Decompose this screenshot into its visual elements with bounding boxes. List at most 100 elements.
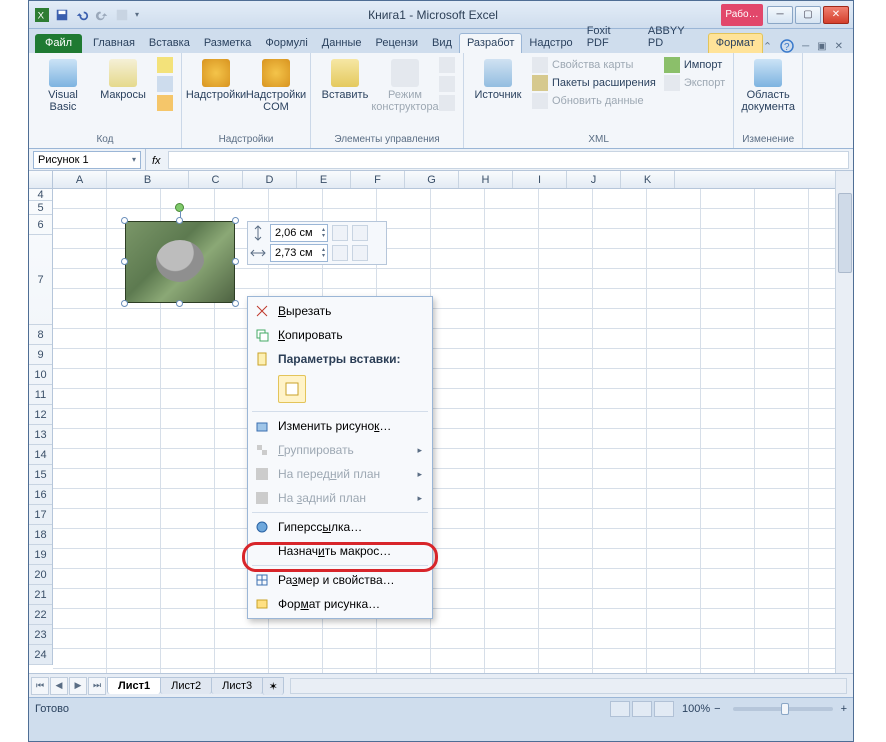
workbook-close-icon[interactable]: ✕ (835, 41, 843, 52)
sheet-nav-prev[interactable]: ◀ (50, 677, 68, 695)
menu-cut[interactable]: Вырезать (248, 299, 432, 323)
rotate-icon[interactable] (352, 245, 368, 261)
col-E[interactable]: E (297, 171, 351, 188)
menu-hyperlink[interactable]: Гиперссылка… (248, 515, 432, 539)
send-backward-icon[interactable] (352, 225, 368, 241)
name-box-dropdown-icon[interactable]: ▾ (132, 155, 136, 164)
col-K[interactable]: K (621, 171, 675, 188)
col-C[interactable]: C (189, 171, 243, 188)
row-13[interactable]: 13 (29, 425, 52, 445)
file-tab[interactable]: Файл (35, 34, 82, 53)
row-4[interactable]: 4 (29, 189, 52, 201)
col-A[interactable]: A (53, 171, 107, 188)
xml-source-button[interactable]: Источник (472, 57, 524, 101)
scrollbar-thumb[interactable] (838, 193, 852, 273)
col-I[interactable]: I (513, 171, 567, 188)
row-9[interactable]: 9 (29, 345, 52, 365)
resize-handle-nw[interactable] (121, 217, 128, 224)
xml-export-button[interactable]: Экспорт (664, 75, 725, 91)
com-addins-button[interactable]: Надстройки COM (250, 57, 302, 113)
tab-review[interactable]: Рецензи (369, 34, 426, 53)
view-normal-button[interactable] (610, 701, 630, 717)
xml-refresh-button[interactable]: Обновить данные (532, 93, 656, 109)
selected-picture[interactable] (125, 221, 235, 303)
zoom-slider-knob[interactable] (781, 703, 789, 715)
record-macro-icon[interactable] (157, 57, 173, 73)
menu-size-and-properties[interactable]: Размер и свойства… (248, 568, 432, 592)
properties-icon[interactable] (439, 57, 455, 73)
use-relative-icon[interactable] (157, 76, 173, 92)
tab-data[interactable]: Данные (315, 34, 369, 53)
select-all-corner[interactable] (29, 171, 53, 189)
resize-handle-se[interactable] (232, 300, 239, 307)
col-G[interactable]: G (405, 171, 459, 188)
addins-button[interactable]: Надстройки (190, 57, 242, 101)
row-24[interactable]: 24 (29, 645, 52, 665)
xml-import-button[interactable]: Импорт (664, 57, 725, 73)
row-headers[interactable]: 456789101112131415161718192021222324 (29, 189, 53, 665)
view-pagebreak-button[interactable] (654, 701, 674, 717)
row-6[interactable]: 6 (29, 215, 52, 235)
sheet-nav-next[interactable]: ▶ (69, 677, 87, 695)
row-7[interactable]: 7 (29, 235, 52, 325)
sheet-tab-3[interactable]: Лист3 (211, 677, 263, 694)
row-15[interactable]: 15 (29, 465, 52, 485)
undo-icon[interactable] (75, 8, 89, 22)
menu-copy[interactable]: Копировать (248, 323, 432, 347)
row-10[interactable]: 10 (29, 365, 52, 385)
tab-addins[interactable]: Надстро (522, 34, 579, 53)
row-17[interactable]: 17 (29, 505, 52, 525)
resize-handle-ne[interactable] (232, 217, 239, 224)
column-headers[interactable]: A B C D E F G H I J K (53, 171, 835, 189)
resize-handle-e[interactable] (232, 258, 239, 265)
picture-koala[interactable] (125, 221, 235, 303)
document-panel-button[interactable]: Область документа (742, 57, 794, 113)
paste-option-picture[interactable] (278, 375, 306, 403)
maximize-button[interactable]: ▢ (795, 6, 821, 24)
row-22[interactable]: 22 (29, 605, 52, 625)
row-14[interactable]: 14 (29, 445, 52, 465)
resize-handle-n[interactable] (176, 217, 183, 224)
tab-foxit[interactable]: Foxit PDF (580, 22, 641, 53)
resize-handle-w[interactable] (121, 258, 128, 265)
horizontal-scrollbar[interactable] (290, 678, 847, 694)
run-dialog-icon[interactable] (439, 95, 455, 111)
close-button[interactable]: ✕ (823, 6, 849, 24)
qat-customize-icon[interactable]: ▾ (135, 10, 139, 19)
visual-basic-button[interactable]: Visual Basic (37, 57, 89, 113)
workbook-restore-icon[interactable]: ▣ (817, 41, 826, 52)
tab-view[interactable]: Вид (425, 34, 459, 53)
row-5[interactable]: 5 (29, 201, 52, 215)
sheet-nav-last[interactable]: ⏭ (88, 677, 106, 695)
zoom-out-button[interactable]: − (714, 703, 720, 715)
design-mode-button[interactable]: Режим конструктора (379, 57, 431, 113)
tab-insert[interactable]: Вставка (142, 34, 197, 53)
tab-home[interactable]: Главная (86, 34, 142, 53)
minimize-ribbon-icon[interactable]: ⌃ (763, 40, 772, 53)
width-input[interactable]: 2,73 см▴▾ (270, 244, 328, 262)
insert-function-icon[interactable]: fx (152, 154, 164, 166)
sheet-tab-2[interactable]: Лист2 (160, 677, 212, 694)
tab-formulas[interactable]: Формулі (258, 34, 314, 53)
sheet-tab-1[interactable]: Лист1 (107, 677, 161, 694)
menu-format-picture[interactable]: Формат рисунка… (248, 592, 432, 616)
view-pagelayout-button[interactable] (632, 701, 652, 717)
qat-extra-icon[interactable] (115, 8, 129, 22)
row-16[interactable]: 16 (29, 485, 52, 505)
xml-expansion-packs-button[interactable]: Пакеты расширения (532, 75, 656, 91)
row-20[interactable]: 20 (29, 565, 52, 585)
zoom-slider[interactable] (733, 707, 833, 711)
vertical-scrollbar[interactable] (835, 171, 853, 673)
spreadsheet-grid[interactable]: A B C D E F G H I J K 456789101112131415… (29, 171, 853, 673)
help-icon[interactable]: ? (780, 39, 794, 53)
row-23[interactable]: 23 (29, 625, 52, 645)
menu-change-picture[interactable]: Изменить рисунок… (248, 414, 432, 438)
insert-control-button[interactable]: Вставить (319, 57, 371, 101)
minimize-button[interactable]: ─ (767, 6, 793, 24)
bring-forward-icon[interactable] (332, 225, 348, 241)
row-19[interactable]: 19 (29, 545, 52, 565)
col-B[interactable]: B (107, 171, 189, 188)
row-18[interactable]: 18 (29, 525, 52, 545)
name-box[interactable]: Рисунок 1 ▾ (33, 151, 141, 169)
menu-assign-macro[interactable]: Назначить макрос… (248, 539, 432, 563)
